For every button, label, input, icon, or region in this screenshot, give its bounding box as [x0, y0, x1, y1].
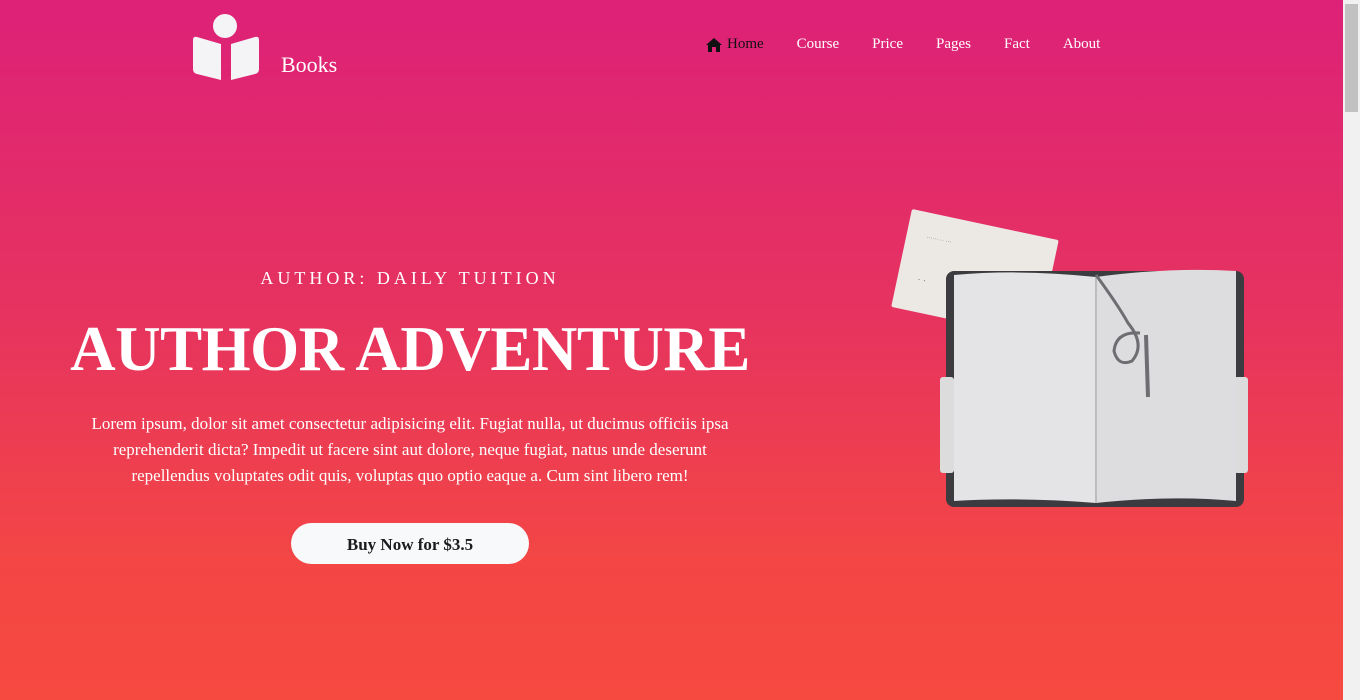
nav-item-home-label: Home	[727, 36, 764, 52]
nav-item-fact[interactable]: Fact	[1004, 36, 1030, 53]
book-reader-icon	[193, 14, 259, 80]
nav-item-course[interactable]: Course	[797, 36, 840, 53]
nav-item-pages[interactable]: Pages	[936, 36, 971, 53]
brand-logo[interactable]: Books	[191, 12, 337, 82]
hero-kicker: AUTHOR: DAILY TUITION	[260, 268, 560, 288]
hero-content: AUTHOR: DAILY TUITION AUTHOR ADVENTURE L…	[60, 268, 760, 564]
hero-section: Books Home Course Price Pages Fact About…	[0, 0, 1343, 700]
home-icon	[706, 37, 722, 52]
page-scrollbar[interactable]	[1343, 0, 1360, 700]
hero-description: Lorem ipsum, dolor sit amet consectetur …	[91, 414, 729, 485]
buy-now-button[interactable]: Buy Now for $3.5	[291, 523, 529, 564]
scrollbar-thumb[interactable]	[1345, 4, 1358, 112]
open-notebook-image: ······ ·· ··· · ·	[891, 209, 1248, 507]
nav-item-home[interactable]: Home	[705, 36, 764, 53]
main-nav: Home Course Price Pages Fact About	[705, 36, 1100, 53]
nav-item-price[interactable]: Price	[872, 36, 903, 53]
brand-name: Books	[281, 52, 338, 77]
nav-item-about[interactable]: About	[1063, 36, 1101, 53]
hero-title: AUTHOR ADVENTURE	[70, 314, 750, 384]
